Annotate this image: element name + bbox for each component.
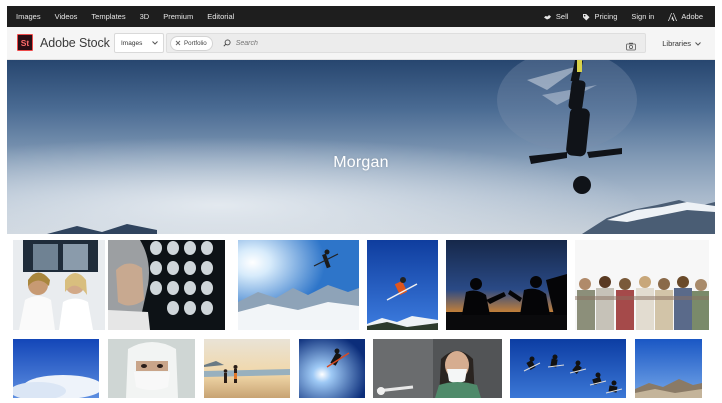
thumbnail-skier-sunburst[interactable]	[299, 339, 365, 398]
logo-text: Adobe Stock	[40, 35, 110, 50]
thumbnail-skier-jump-sun[interactable]	[238, 240, 359, 330]
nav-links: Images Videos Templates 3D Premium Edito…	[16, 6, 234, 27]
thumbnail-mountain-sky[interactable]	[635, 339, 702, 398]
sell-label: Sell	[555, 12, 569, 21]
thumbnail-beach-walkers[interactable]	[204, 339, 290, 398]
hero-image	[7, 60, 715, 234]
nav-link-editorial[interactable]: Editorial	[207, 12, 234, 21]
chip-label: Portfolio	[184, 39, 207, 47]
adobe-label: Adobe	[681, 12, 703, 21]
sell-link[interactable]: Sell	[543, 12, 569, 21]
portfolio-filter-chip[interactable]: Portfolio	[170, 35, 213, 51]
close-icon[interactable]	[175, 40, 181, 46]
thumbnail-nurse-mask-syringe[interactable]	[373, 339, 502, 398]
top-navigation: Images Videos Templates 3D Premium Edito…	[7, 6, 715, 27]
thumbnail-friends-group-hug[interactable]	[575, 240, 709, 330]
thumbnail-clouds-blue-sky[interactable]	[13, 339, 99, 398]
thumbnail-brain-scans-doctor[interactable]	[108, 240, 225, 330]
asset-type-select[interactable]: Images	[114, 33, 164, 53]
stock-logo-badge: St	[17, 34, 33, 51]
adobe-stock-logo[interactable]: St Adobe Stock	[17, 34, 110, 51]
adobe-logo-icon	[668, 12, 678, 21]
adobe-link[interactable]: Adobe	[668, 12, 703, 21]
thumbnail-skier-sequence[interactable]	[510, 339, 626, 398]
nav-link-premium[interactable]: Premium	[163, 12, 193, 21]
hero-title: Morgan	[333, 154, 389, 171]
camera-icon[interactable]	[626, 38, 636, 56]
nav-link-images[interactable]: Images	[16, 12, 41, 21]
nav-link-3d[interactable]: 3D	[140, 12, 150, 21]
asset-type-value: Images	[121, 39, 143, 47]
search-box: Portfolio	[166, 33, 646, 53]
chevron-down-icon	[152, 41, 158, 45]
thumbnail-skier-blue-sky[interactable]	[367, 240, 438, 330]
pricing-label: Pricing	[594, 12, 618, 21]
thumbnail-x-ray-doctors[interactable]	[13, 240, 105, 330]
chevron-down-icon	[695, 41, 701, 46]
libraries-menu[interactable]: Libraries	[662, 27, 701, 60]
search-input[interactable]	[235, 39, 596, 47]
nav-link-videos[interactable]: Videos	[55, 12, 78, 21]
sell-icon	[543, 13, 552, 21]
pricing-link[interactable]: Pricing	[582, 12, 617, 21]
search-header: St Adobe Stock Images Portfolio Search L…	[7, 27, 715, 60]
pricing-tag-icon	[582, 13, 590, 21]
thumbnail-silhouette-friends-sunset[interactable]	[446, 240, 567, 330]
nav-link-templates[interactable]: Templates	[91, 12, 125, 21]
thumbnail-surgeon-mask[interactable]	[108, 339, 195, 398]
libraries-label: Libraries	[662, 39, 691, 48]
hero-banner: Morgan	[7, 60, 715, 234]
stock-page: Images Videos Templates 3D Premium Edito…	[7, 6, 715, 398]
search-icon[interactable]	[223, 39, 231, 47]
nav-actions: Sell Pricing Sign in Adobe	[543, 6, 703, 27]
sign-in-link[interactable]: Sign in	[631, 12, 654, 21]
